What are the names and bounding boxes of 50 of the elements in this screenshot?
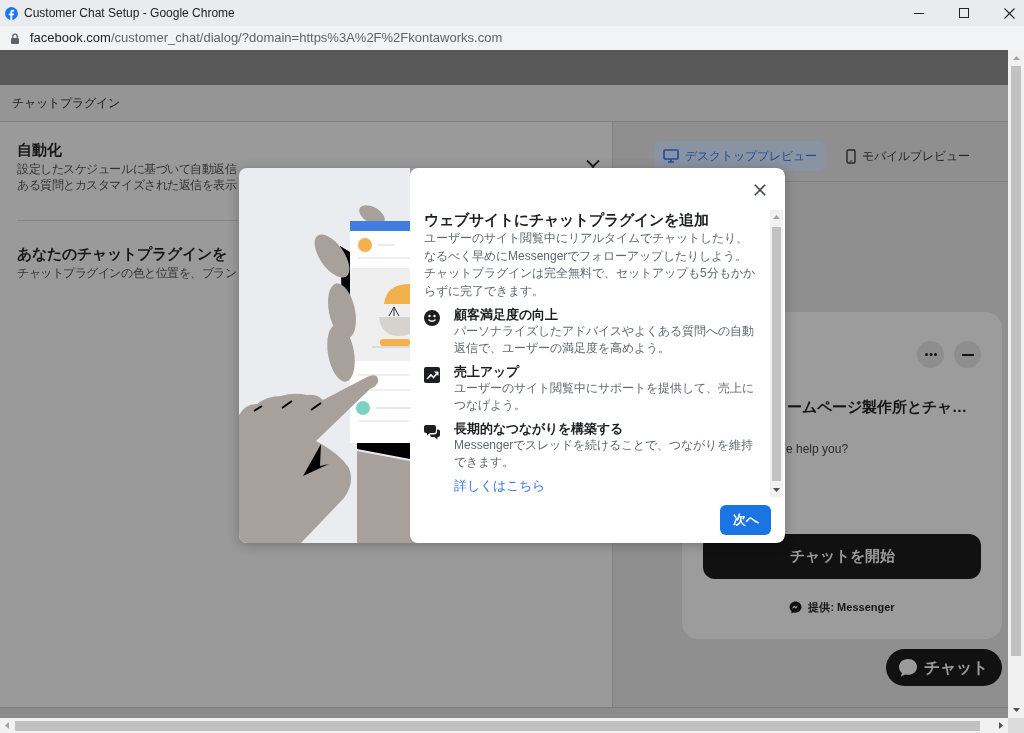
more-button[interactable] [917,341,944,368]
app-logo-icon [5,6,18,20]
minus-icon [961,353,974,356]
greeting-text: e help you? [786,441,849,457]
scroll-down-icon[interactable] [773,488,780,492]
url-text: facebook.com/customer_chat/dialog/?domain=https%3A%2F%2Fkontaworks.com [30,30,503,46]
feature-title: 長期的なつながりを構築する [454,420,623,437]
scrollbar-corner [1008,718,1024,733]
minimize-icon[interactable] [914,12,924,14]
maximize-icon[interactable] [959,8,969,18]
trend-chart-icon [424,367,440,383]
intro-text: ユーザーのサイト閲覧中にリアルタイムでチャットしたり、 なるべく早めにMessengerでフォローアップしたりしよう。 チャットプラグインは完全無料で、セットアップも5分もかか らずに完了できます。 [424,230,755,300]
close-icon[interactable] [1004,7,1015,19]
credit-text: 提供: Messenger [808,600,895,615]
close-icon[interactable] [754,184,766,196]
chevron-down-icon[interactable] [586,160,600,168]
scroll-right-icon[interactable] [999,722,1003,729]
scrollbar-thumb[interactable] [1011,66,1021,656]
setting-description: ある質問とカスタマイズされた返信を表示 [17,177,237,193]
window-title: Customer Chat Setup - Google Chrome [24,5,235,21]
next-button[interactable]: 次へ [720,505,771,535]
setting-title: あなたのチャットプラグインを [17,245,227,264]
preview-tab[interactable]: デスクトッププレビュー [654,141,825,171]
lock-icon [11,32,19,44]
preview-tab[interactable]: モバイルプレビュー [837,141,978,171]
learn-more-link[interactable]: 詳しくはこちら [454,478,545,495]
chat-bubbles-icon [424,424,440,440]
chat-title: ームページ製作所とチャ… [787,397,967,417]
chat-launcher-button[interactable]: チャット [886,649,1002,686]
phone-icon [846,148,856,164]
minimize-button[interactable] [954,341,981,368]
setting-title: 自動化 [17,141,62,160]
smiley-icon [424,310,440,326]
setting-description: 設定したスケジュールに基づいて自動返信 [17,161,237,177]
setting-description: チャットプラグインの色と位置を、ブラン [17,265,237,281]
start-chat-button[interactable]: チャットを開始 [703,534,981,579]
chat-bubble-icon [898,658,918,677]
scroll-down-icon[interactable] [1012,708,1020,712]
feature-description: ユーザーのサイト閲覧中にサポートを提供して、売上に つなげよう。 [454,380,754,414]
monitor-icon [663,149,679,163]
feature-description: Messengerでスレッドを続けることで、つながりを維持 できます。 [454,437,754,471]
feature-description: パーソナライズしたアドバイスやよくある質問への自動 返信で、ユーザーの満足度を高めよう。 [454,323,754,357]
feature-title: 顧客満足度の向上 [454,306,558,323]
feature-title: 売上アップ [454,363,519,380]
chat-bolt-icon [789,600,803,614]
dialog-title: チャットプラグイン [12,95,120,111]
scrollbar-thumb[interactable] [15,720,980,731]
dialog-heading: ウェブサイトにチャットプラグインを追加 [424,210,709,230]
scrollbar-thumb[interactable] [772,227,781,481]
more-icon [924,353,937,356]
